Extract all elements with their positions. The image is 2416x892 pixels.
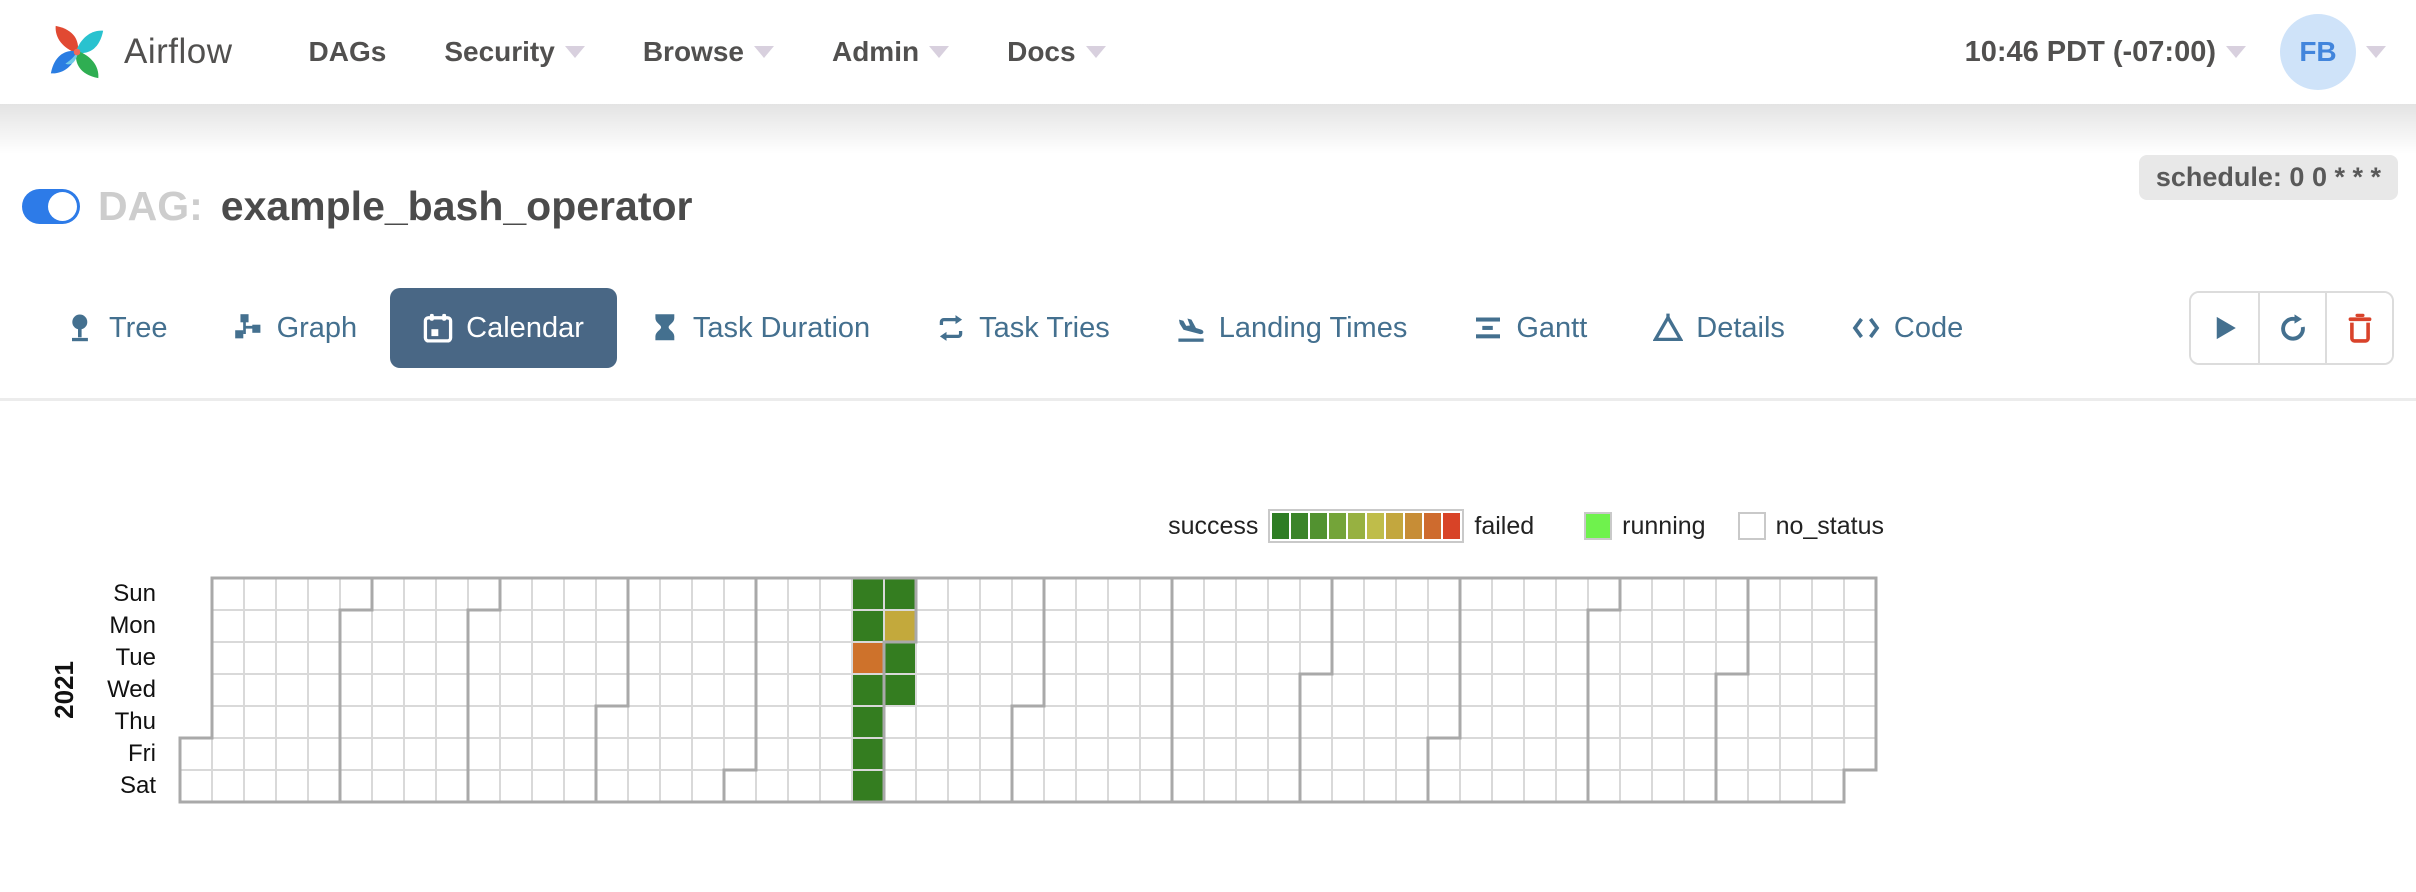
- day-label-tue: Tue: [84, 642, 156, 674]
- legend-running-label: running: [1622, 512, 1705, 541]
- avatar: FB: [2280, 14, 2356, 90]
- dag-prefix: DAG:: [98, 183, 203, 230]
- dag-view-tabs: Tree Graph Calendar Task Duration Task T…: [33, 288, 2394, 368]
- legend-gradient-step: [1291, 513, 1308, 539]
- menu-item-admin[interactable]: Admin: [832, 36, 949, 68]
- menu-item-docs[interactable]: Docs: [1007, 36, 1105, 68]
- legend-failed-label: failed: [1474, 512, 1534, 541]
- dag-header: DAG: example_bash_operator: [22, 180, 2416, 232]
- menu-label: DAGs: [309, 36, 387, 68]
- tab-label: Task Duration: [693, 312, 870, 345]
- legend-gradient: [1268, 509, 1464, 543]
- hourglass-icon: [650, 313, 680, 343]
- user-menu[interactable]: FB: [2246, 14, 2386, 90]
- tab-label: Task Tries: [979, 312, 1110, 345]
- tree-icon: [66, 313, 96, 343]
- legend-gradient-step: [1348, 513, 1365, 539]
- menu-item-dags[interactable]: DAGs: [309, 36, 387, 68]
- navbar-shadow: [0, 104, 2416, 154]
- day-label-sun: Sun: [84, 578, 156, 610]
- calendar-icon: [423, 313, 453, 343]
- details-icon: [1653, 313, 1683, 343]
- menu-label: Browse: [643, 36, 744, 68]
- main-menu: DAGs Security Browse Admin Docs: [309, 36, 1106, 68]
- tab-label: Gantt: [1516, 312, 1587, 345]
- play-icon: [2210, 313, 2240, 343]
- tab-landing-times[interactable]: Landing Times: [1143, 288, 1441, 368]
- tab-label: Details: [1696, 312, 1785, 345]
- chevron-down-icon: [2366, 46, 2386, 58]
- repeat-icon: [936, 313, 966, 343]
- toggle-knob: [48, 192, 77, 221]
- tab-calendar[interactable]: Calendar: [390, 288, 617, 368]
- tab-label: Calendar: [466, 312, 584, 345]
- tab-task-duration[interactable]: Task Duration: [617, 288, 903, 368]
- graph-icon: [234, 313, 264, 343]
- day-label-fri: Fri: [84, 738, 156, 770]
- year-column: 2021: [44, 576, 84, 804]
- tab-label: Code: [1894, 312, 1963, 345]
- chevron-down-icon: [2226, 46, 2246, 58]
- legend-success-label: success: [1168, 512, 1258, 541]
- tab-label: Tree: [109, 312, 168, 345]
- chevron-down-icon: [754, 46, 774, 58]
- chevron-down-icon: [929, 46, 949, 58]
- day-label-mon: Mon: [84, 610, 156, 642]
- menu-label: Security: [444, 36, 555, 68]
- plane-landing-icon: [1176, 313, 1206, 343]
- airflow-pinwheel-icon: [46, 21, 108, 83]
- menu-item-browse[interactable]: Browse: [643, 36, 774, 68]
- legend-gradient-step: [1424, 513, 1441, 539]
- dag-pause-toggle[interactable]: [22, 189, 80, 224]
- calendar-heatmap[interactable]: [178, 576, 1878, 804]
- navbar-right: 10:46 PDT (-07:00) FB: [1965, 14, 2386, 90]
- day-labels: Sun Mon Tue Wed Thu Fri Sat: [84, 576, 156, 804]
- tab-graph[interactable]: Graph: [201, 288, 391, 368]
- day-label-wed: Wed: [84, 674, 156, 706]
- tab-task-tries[interactable]: Task Tries: [903, 288, 1143, 368]
- tab-gantt[interactable]: Gantt: [1440, 288, 1620, 368]
- menu-label: Docs: [1007, 36, 1075, 68]
- brand-name: Airflow: [124, 32, 233, 72]
- code-icon: [1851, 313, 1881, 343]
- tab-details[interactable]: Details: [1620, 288, 1818, 368]
- schedule-badge: schedule: 0 0 * * *: [2139, 155, 2398, 200]
- chevron-down-icon: [565, 46, 585, 58]
- legend-gradient-step: [1367, 513, 1384, 539]
- refresh-icon: [2278, 313, 2308, 343]
- tab-label: Landing Times: [1219, 312, 1408, 345]
- calendar-view: 2021 Sun Mon Tue Wed Thu Fri Sat: [44, 576, 2416, 804]
- top-navbar: Airflow DAGs Security Browse Admin Docs …: [0, 0, 2416, 104]
- menu-label: Admin: [832, 36, 919, 68]
- legend-gradient-step: [1272, 513, 1289, 539]
- legend-no-status-swatch: [1738, 512, 1766, 540]
- timezone-selector[interactable]: 10:46 PDT (-07:00): [1965, 36, 2246, 69]
- menu-item-security[interactable]: Security: [444, 36, 585, 68]
- calendar-legend: success failed running no_status: [0, 509, 1884, 543]
- legend-gradient-step: [1310, 513, 1327, 539]
- trash-icon: [2345, 313, 2375, 343]
- tab-label: Graph: [277, 312, 358, 345]
- chevron-down-icon: [1086, 46, 1106, 58]
- legend-gradient-step: [1386, 513, 1403, 539]
- legend-gradient-step: [1405, 513, 1422, 539]
- trigger-dag-button[interactable]: [2191, 293, 2258, 363]
- tab-tree[interactable]: Tree: [33, 288, 201, 368]
- year-label: 2021: [49, 661, 80, 719]
- page-title: example_bash_operator: [221, 183, 693, 230]
- refresh-button[interactable]: [2258, 293, 2325, 363]
- legend-no-status-label: no_status: [1776, 512, 1884, 541]
- dag-action-buttons: [2189, 291, 2394, 365]
- airflow-brand[interactable]: Airflow: [46, 21, 233, 83]
- tab-code[interactable]: Code: [1818, 288, 1996, 368]
- legend-gradient-step: [1443, 513, 1460, 539]
- gantt-bars-icon: [1473, 313, 1503, 343]
- clock-label: 10:46 PDT (-07:00): [1965, 36, 2216, 69]
- delete-dag-button[interactable]: [2325, 293, 2392, 363]
- tabbar-divider: [0, 398, 2416, 401]
- day-label-thu: Thu: [84, 706, 156, 738]
- day-label-sat: Sat: [84, 770, 156, 802]
- legend-gradient-step: [1329, 513, 1346, 539]
- legend-running-swatch: [1584, 512, 1612, 540]
